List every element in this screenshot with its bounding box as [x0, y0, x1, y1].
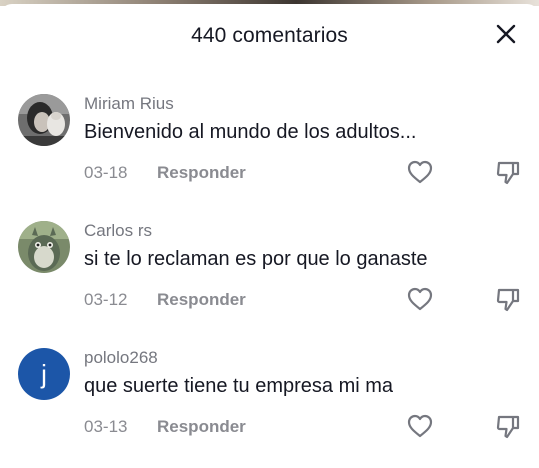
comment-item: j pololo268 que suerte tiene tu empresa … — [0, 348, 539, 468]
avatar-initial: j — [41, 358, 47, 389]
thumbs-down-icon[interactable] — [493, 284, 523, 314]
thumbs-down-icon[interactable] — [493, 411, 523, 441]
close-icon[interactable] — [493, 21, 519, 47]
heart-outline-icon[interactable] — [405, 157, 435, 187]
reply-button[interactable]: Responder — [157, 290, 246, 310]
comments-count-title: 440 comentarios — [191, 24, 348, 47]
avatar[interactable] — [18, 221, 70, 273]
avatar[interactable] — [18, 94, 70, 146]
comment-date: 03-18 — [84, 163, 128, 182]
comment-username[interactable]: Miriam Rius — [84, 94, 174, 114]
heart-outline-icon[interactable] — [405, 284, 435, 314]
comment-date: 03-12 — [84, 290, 128, 309]
reply-button[interactable]: Responder — [157, 417, 246, 437]
comment-username[interactable]: pololo268 — [84, 348, 158, 368]
comment-username[interactable]: Carlos rs — [84, 221, 152, 241]
avatar[interactable]: j — [18, 348, 70, 400]
comments-sheet: 440 comentarios Miriam Rius Bienvenido a… — [0, 4, 539, 450]
comment-text: que suerte tiene tu empresa mi ma — [84, 375, 394, 397]
comment-text: Bienvenido al mundo de los adultos... — [84, 121, 417, 143]
comment-item: Miriam Rius Bienvenido al mundo de los a… — [0, 94, 539, 214]
comment-date: 03-13 — [84, 417, 128, 436]
comment-text: si te lo reclaman es por que lo ganaste — [84, 248, 428, 270]
comments-header: 440 comentarios — [0, 4, 539, 68]
thumbs-down-icon[interactable] — [493, 157, 523, 187]
heart-outline-icon[interactable] — [405, 411, 435, 441]
reply-button[interactable]: Responder — [157, 163, 246, 183]
comment-item: Carlos rs si te lo reclaman es por que l… — [0, 221, 539, 341]
